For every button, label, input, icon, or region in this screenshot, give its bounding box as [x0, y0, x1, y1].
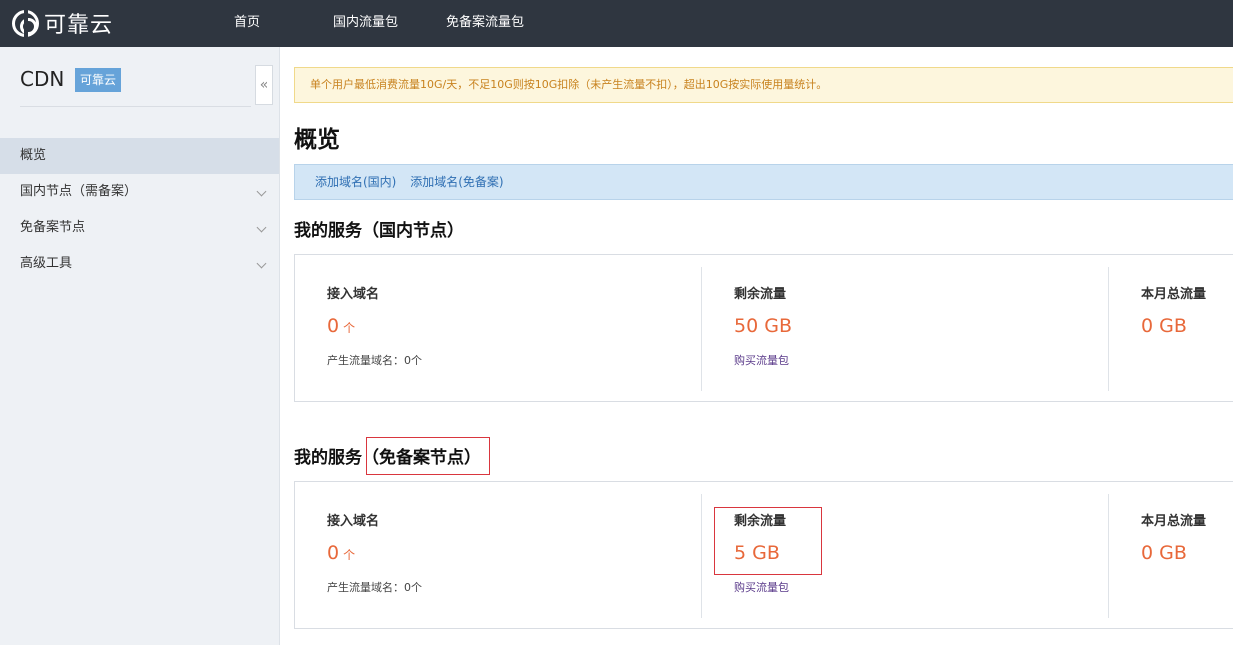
section-title-prefix: 我的服务 — [294, 221, 362, 241]
add-domain-no-filing-link[interactable]: 添加域名(免备案) — [410, 175, 503, 189]
logo-icon — [12, 8, 39, 37]
domains-label: 接入域名 — [327, 287, 380, 302]
chevron-down-icon — [256, 258, 267, 269]
notice-banner: 单个用户最低消费流量10G/天，不足10G则按10G扣除（未产生流量不扣），超出… — [294, 67, 1233, 103]
remaining-traffic-value: 50 GB — [734, 315, 792, 337]
logo-text: 可靠云 — [44, 13, 114, 38]
column-divider — [701, 267, 702, 391]
monthly-traffic-label: 本月总流量 — [1141, 287, 1207, 302]
domains-unit: 个 — [343, 321, 356, 335]
action-bar: 添加域名(国内) 添加域名(免备案) — [294, 164, 1233, 200]
monthly-traffic-label: 本月总流量 — [1141, 514, 1207, 529]
column-divider — [701, 494, 702, 618]
logo[interactable]: 可靠云 — [12, 8, 114, 38]
add-domain-domestic-link[interactable]: 添加域名(国内) — [315, 175, 396, 189]
sidebar-item-no-filing-nodes[interactable]: 免备案节点 — [0, 210, 279, 246]
page-title: 概览 — [294, 127, 340, 153]
traffic-domains-count: 产生流量域名：0个 — [327, 581, 422, 594]
domains-value: 0个 — [327, 315, 355, 337]
sidebar-item-advanced-tools[interactable]: 高级工具 — [0, 246, 279, 282]
sidebar-item-label: 概览 — [20, 148, 47, 163]
traffic-domains-count: 产生流量域名：0个 — [327, 354, 422, 367]
chevron-down-icon — [256, 222, 267, 233]
section-title-domestic: 我的服务（国内节点） — [294, 216, 464, 241]
buy-traffic-pack-link[interactable]: 购买流量包 — [734, 579, 789, 595]
section-title-prefix: 我的服务 — [294, 448, 362, 468]
buy-traffic-pack-link[interactable]: 购买流量包 — [734, 352, 789, 368]
service-card-domestic: 接入域名 0个 产生流量域名：0个 剩余流量 50 GB 购买流量包 本月总流量… — [294, 254, 1233, 402]
sidebar-item-label: 免备案节点 — [20, 220, 86, 235]
remaining-traffic-label: 剩余流量 — [734, 287, 787, 302]
domains-count: 0 — [327, 542, 340, 564]
sidebar-item-label: 高级工具 — [20, 256, 73, 271]
section-title-suffix: （国内节点） — [362, 221, 464, 241]
sidebar-item-label: 国内节点（需备案） — [20, 184, 138, 199]
column-divider — [1108, 494, 1109, 618]
nav-no-filing-traffic-pack[interactable]: 免备案流量包 — [446, 0, 524, 47]
double-chevron-left-icon: « — [259, 77, 269, 93]
collapse-sidebar-button[interactable]: « — [255, 65, 273, 105]
nav-domestic-traffic-pack[interactable]: 国内流量包 — [333, 0, 398, 47]
domains-count: 0 — [327, 315, 340, 337]
sidebar-divider — [20, 106, 251, 107]
annotation-highlight-box — [714, 507, 822, 575]
sidebar-badge: 可靠云 — [75, 68, 122, 92]
top-nav-bar: 可靠云 首页 国内流量包 免备案流量包 — [0, 0, 1233, 47]
sidebar-item-domestic-nodes[interactable]: 国内节点（需备案） — [0, 174, 279, 210]
monthly-traffic-value: 0 GB — [1141, 542, 1187, 564]
domains-unit: 个 — [343, 548, 356, 562]
sidebar: CDN 可靠云 « 概览 国内节点（需备案） 免备案节点 高级工具 — [0, 47, 280, 645]
domains-value: 0个 — [327, 542, 355, 564]
monthly-traffic-value: 0 GB — [1141, 315, 1187, 337]
column-divider — [1108, 267, 1109, 391]
sidebar-title: CDN — [20, 67, 65, 91]
nav-home[interactable]: 首页 — [234, 0, 260, 47]
sidebar-item-overview[interactable]: 概览 — [0, 138, 279, 174]
annotation-highlight-box — [366, 437, 490, 475]
chevron-down-icon — [256, 186, 267, 197]
domains-label: 接入域名 — [327, 514, 380, 529]
